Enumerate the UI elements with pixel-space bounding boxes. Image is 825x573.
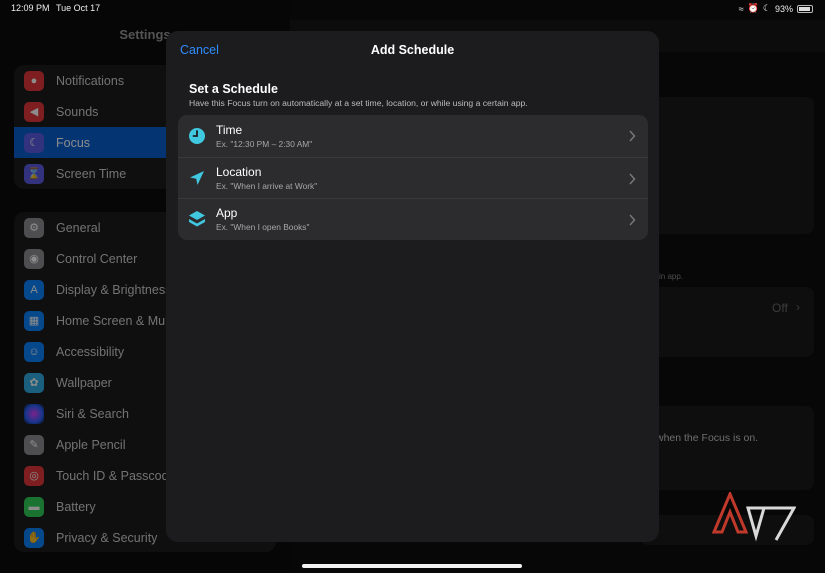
- alarm-icon: ⏰: [747, 3, 759, 13]
- cancel-button[interactable]: Cancel: [180, 43, 219, 57]
- schedule-options-list: Time Ex. "12:30 PM – 2:30 AM" Location E…: [178, 115, 648, 240]
- chevron-right-icon: [628, 213, 636, 231]
- location-arrow-icon: [178, 169, 216, 187]
- status-date: Tue Oct 17: [56, 3, 101, 13]
- app-stack-icon: [178, 209, 216, 229]
- battery-icon: [797, 4, 813, 13]
- sheet-title: Add Schedule: [370, 43, 455, 57]
- option-app[interactable]: App Ex. "When I open Books": [178, 198, 648, 240]
- option-example: Ex. "When I open Books": [216, 222, 310, 233]
- status-bar: 12:09 PM Tue Oct 17 ≈ ⏰ ☾ 93%: [0, 0, 825, 18]
- option-title: App: [216, 206, 238, 221]
- chevron-right-icon: [628, 172, 636, 190]
- option-example: Ex. "When I arrive at Work": [216, 180, 318, 191]
- status-right: ≈ ⏰ ☾ 93%: [739, 3, 813, 14]
- option-title: Time: [216, 122, 243, 137]
- wifi-icon: ≈: [738, 3, 744, 14]
- watermark-logo: [712, 492, 796, 542]
- clock-icon: [178, 127, 216, 145]
- status-time: 12:09 PM: [11, 3, 50, 13]
- option-time[interactable]: Time Ex. "12:30 PM – 2:30 AM": [178, 115, 648, 157]
- moon-icon: ☾: [762, 3, 771, 13]
- home-indicator[interactable]: [302, 564, 522, 568]
- option-location[interactable]: Location Ex. "When I arrive at Work": [178, 156, 648, 199]
- section-subtitle: Have this Focus turn on automatically at…: [189, 98, 528, 108]
- chevron-right-icon: [628, 129, 636, 147]
- section-heading: Set a Schedule: [189, 82, 278, 96]
- add-schedule-sheet: Add Schedule Cancel Set a Schedule Have …: [166, 31, 659, 542]
- battery-percent: 93%: [774, 3, 793, 14]
- option-example: Ex. "12:30 PM – 2:30 AM": [216, 138, 313, 149]
- option-title: Location: [216, 164, 262, 179]
